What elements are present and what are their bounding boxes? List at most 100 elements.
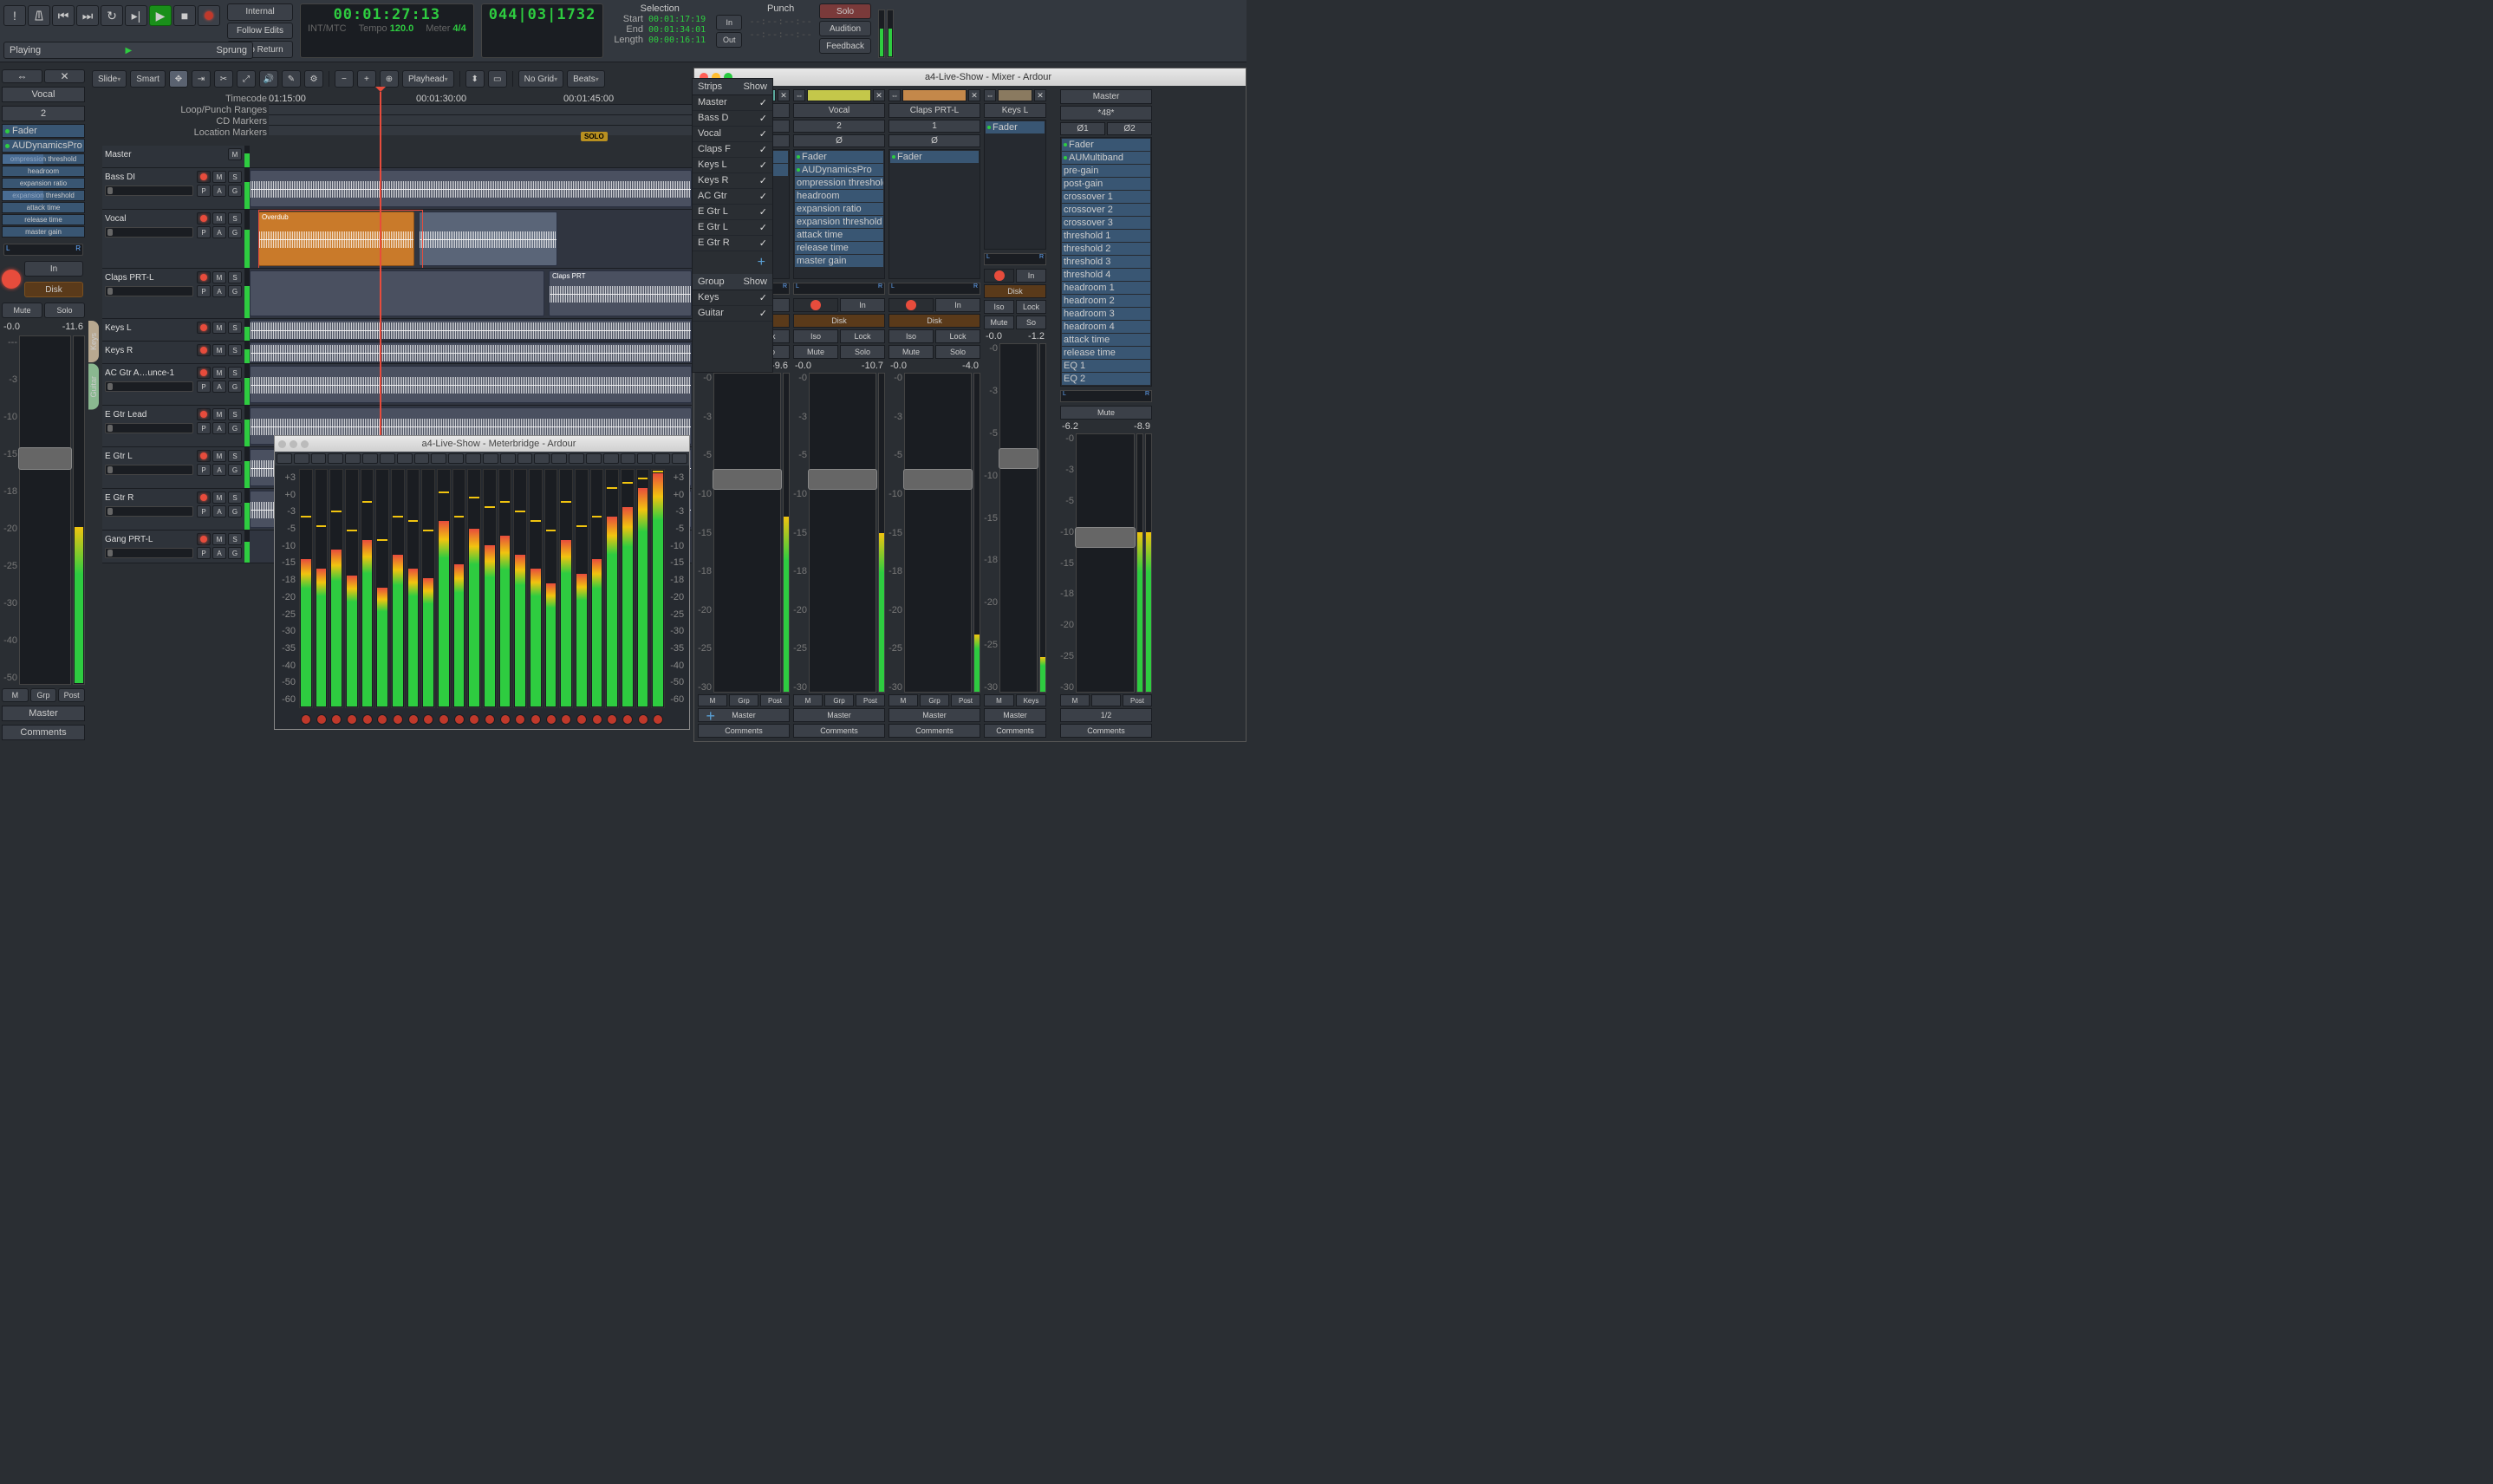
record-enable-button[interactable] [2, 270, 21, 289]
fader[interactable]: ----3-10-15-18-20-25-30-40-50 [2, 335, 85, 685]
panner[interactable] [888, 283, 980, 295]
punch-in-button[interactable]: In [716, 15, 742, 30]
track-mute-button[interactable]: M [212, 450, 226, 462]
param[interactable]: expansion threshold [2, 190, 85, 201]
param[interactable]: attack time [2, 202, 85, 213]
track-lane[interactable]: Claps PRT [250, 269, 692, 318]
plugin-item[interactable]: AUDynamicsPro [795, 164, 883, 176]
meter-rec-button[interactable] [605, 713, 619, 726]
plugin-item[interactable]: expansion threshold [795, 216, 883, 228]
strip-row[interactable]: E Gtr L✓ [693, 220, 772, 236]
follow-edits-button[interactable]: Follow Edits [227, 23, 293, 40]
track-mute-button[interactable]: M [212, 271, 226, 283]
track-rec-button[interactable] [197, 491, 211, 504]
add-strip-button[interactable]: + [693, 251, 772, 274]
metronome-button[interactable] [28, 5, 50, 26]
plugin-item[interactable]: EQ 1 [1062, 360, 1150, 372]
track-rec-button[interactable] [197, 408, 211, 420]
rec-button[interactable] [793, 298, 838, 312]
output-button[interactable]: Master [2, 706, 85, 721]
plugin-item[interactable]: threshold 1 [1062, 230, 1150, 242]
strip-name[interactable]: Vocal [793, 103, 885, 118]
audition-tool[interactable]: 🔊 [259, 70, 278, 88]
draw-tool[interactable]: ✎ [282, 70, 301, 88]
meter-rec-button[interactable] [467, 713, 481, 726]
meter-rec-button[interactable] [513, 713, 527, 726]
stop-button[interactable]: ■ [173, 5, 196, 26]
zoom-focus-dropdown[interactable]: Playhead [402, 70, 454, 88]
goto-end-button[interactable]: ⏭ [76, 5, 99, 26]
plugin-item[interactable]: headroom 4 [1062, 321, 1150, 333]
track-header[interactable]: AC Gtr A…unce-1MS PAG [102, 364, 244, 405]
range-tool[interactable]: ⇥ [192, 70, 211, 88]
comments-button[interactable]: Comments [2, 725, 85, 740]
param[interactable]: release time [2, 214, 85, 225]
track-rec-button[interactable] [197, 344, 211, 356]
stretch-tool[interactable]: ⤢ [237, 70, 256, 88]
solo-alert-button[interactable]: Solo [819, 3, 871, 19]
track-header[interactable]: E Gtr RMS PAG [102, 489, 244, 530]
meter-rec-button[interactable] [421, 713, 435, 726]
zoom-in-button[interactable]: + [357, 70, 376, 88]
track-header[interactable]: Bass DIMS PAG [102, 168, 244, 209]
meter-rec-button[interactable] [315, 713, 329, 726]
meter-rec-button[interactable] [544, 713, 558, 726]
punch-out-button[interactable]: Out [716, 32, 742, 48]
meter-rec-button[interactable] [529, 713, 543, 726]
track-solo-button[interactable]: S [228, 344, 242, 356]
play-range-button[interactable]: ▸| [125, 5, 147, 26]
plugin-item[interactable]: EQ 2 [1062, 373, 1150, 385]
strip-name[interactable]: Vocal [2, 87, 85, 102]
plugin-box[interactable]: FaderAUMultibandpre-gainpost-gaincrossov… [1060, 137, 1152, 387]
meterbridge-titlebar[interactable]: a4-Live-Show - Meterbridge - Ardour [275, 436, 689, 452]
comments-button[interactable]: Comments [793, 724, 885, 738]
track-solo-button[interactable]: S [228, 322, 242, 334]
grab-tool[interactable]: ✥ [169, 70, 188, 88]
track-lane[interactable] [250, 168, 692, 209]
param[interactable]: headroom [2, 166, 85, 177]
track-solo-button[interactable]: S [228, 212, 242, 225]
plugin-item[interactable]: headroom [795, 190, 883, 202]
strip-row[interactable]: Keys L✓ [693, 158, 772, 173]
track-solo-button[interactable]: S [228, 408, 242, 420]
zoom-out-button[interactable]: − [335, 70, 354, 88]
track-solo-button[interactable]: S [228, 271, 242, 283]
group-row[interactable]: Keys✓ [693, 290, 772, 306]
strip-row[interactable]: Vocal✓ [693, 127, 772, 142]
track-mute-button[interactable]: M [212, 212, 226, 225]
track-solo-button[interactable]: S [228, 171, 242, 183]
param[interactable]: ompression threshold [2, 153, 85, 165]
track-lane[interactable] [250, 342, 692, 363]
disk-button[interactable]: Disk [24, 282, 83, 297]
track-solo-button[interactable]: S [228, 491, 242, 504]
output-button[interactable]: Master [984, 708, 1046, 722]
primary-clock[interactable]: 00:01:27:13 INT/MTCTempo 120.0Meter 4/4 [300, 3, 474, 58]
track-rec-button[interactable] [197, 171, 211, 183]
meter-rec-button[interactable] [559, 713, 573, 726]
track-rec-button[interactable] [197, 322, 211, 334]
meter-rec-button[interactable] [651, 713, 665, 726]
strip-close-icon[interactable]: ✕ [778, 89, 790, 101]
comments-button[interactable]: Comments [1060, 724, 1152, 738]
track-lane[interactable] [250, 146, 692, 167]
mute-button[interactable]: Mute [2, 303, 42, 318]
track-header[interactable]: MasterM [102, 146, 244, 167]
plugin-item[interactable]: crossover 1 [1062, 191, 1150, 203]
track-mute-button[interactable]: M [212, 322, 226, 334]
strip-row[interactable]: Keys R✓ [693, 173, 772, 189]
solo-marker[interactable]: SOLO [581, 132, 608, 141]
rec-button[interactable] [888, 298, 934, 312]
track-mute-button[interactable]: M [212, 408, 226, 420]
comments-button[interactable]: Comments [698, 724, 790, 738]
track-mute-button[interactable]: M [212, 344, 226, 356]
solo-button[interactable]: Solo [44, 303, 85, 318]
track-header[interactable]: Gang PRT-LMS PAG [102, 530, 244, 563]
plugin-box[interactable]: Fader [984, 120, 1046, 250]
plugin-item[interactable]: Fader [795, 151, 883, 163]
comments-button[interactable]: Comments [984, 724, 1046, 738]
track-header[interactable]: VocalMS PAG [102, 210, 244, 268]
plugin-item[interactable]: Fader [986, 121, 1045, 133]
plugin-item[interactable]: Fader [890, 151, 979, 163]
strip-close-icon[interactable]: ✕ [1034, 89, 1046, 101]
plugin-box[interactable]: FaderAUDynamicsProompression thresholdhe… [793, 149, 885, 279]
